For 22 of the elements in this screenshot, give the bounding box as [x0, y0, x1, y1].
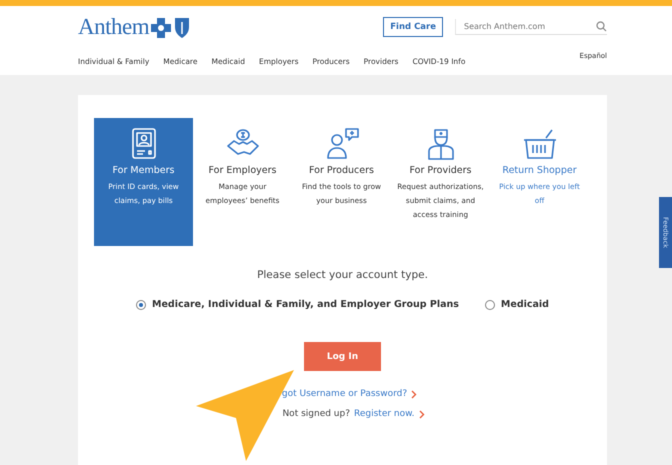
- chevron-icon: [418, 410, 425, 418]
- tile-title: For Employers: [208, 165, 276, 176]
- tile-title: For Providers: [410, 165, 472, 176]
- prompt-text: Please select your account type.: [257, 269, 428, 281]
- radio-button[interactable]: [484, 300, 495, 310]
- search-input[interactable]: Search Anthem.com: [464, 22, 584, 31]
- chevron-icon: [411, 390, 418, 398]
- signup-text: Not signed up?: [282, 409, 350, 419]
- tile-title: For Producers: [309, 165, 374, 176]
- search-field[interactable]: Search Anthem.com: [455, 19, 607, 35]
- radio-label: Medicaid: [500, 299, 549, 310]
- cross-shield-icon: [151, 16, 192, 38]
- tile-title: Return Shopper: [502, 165, 577, 176]
- register-link[interactable]: Register now.: [354, 409, 415, 419]
- forgot-link[interactable]: got Username or Password?: [282, 389, 408, 399]
- basket-icon: [522, 128, 558, 160]
- radio-button[interactable]: [136, 300, 146, 310]
- find-care-button[interactable]: Find Care: [383, 17, 443, 37]
- tile-title: For Members: [112, 165, 174, 176]
- radio-option[interactable]: Medicaid: [484, 299, 549, 310]
- logo-text[interactable]: Anthem: [78, 14, 150, 40]
- search-icon: [596, 21, 607, 32]
